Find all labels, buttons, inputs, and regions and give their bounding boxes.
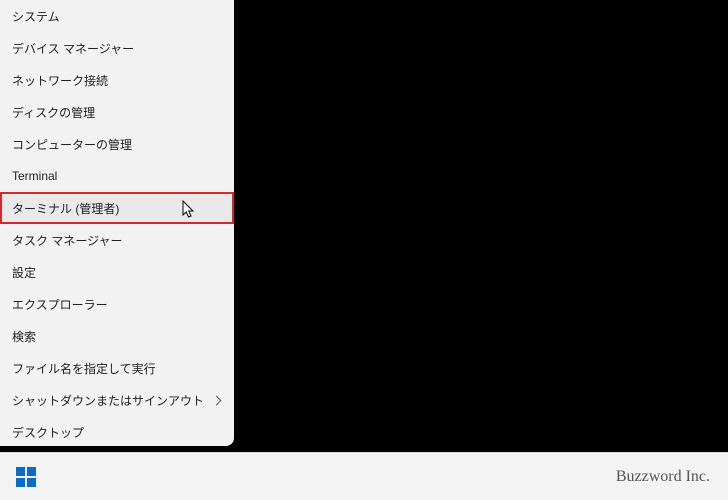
winx-menu-item-label: コンピューターの管理 <box>12 136 132 153</box>
brand-label: Buzzword Inc. <box>616 468 710 486</box>
winx-menu-item[interactable]: コンピューターの管理 <box>0 128 234 160</box>
winx-menu-item[interactable]: Terminal <box>0 160 234 192</box>
winx-menu-item-label: デスクトップ <box>12 424 84 441</box>
winx-menu-item-label: システム <box>12 8 60 25</box>
winx-menu-item-label: 設定 <box>12 264 36 281</box>
winx-menu-item[interactable]: エクスプローラー <box>0 288 234 320</box>
winx-menu-item-label: エクスプローラー <box>12 296 108 313</box>
winx-menu-item-label: 検索 <box>12 328 36 345</box>
winx-menu-item-label: ネットワーク接続 <box>12 72 108 89</box>
winx-menu-item-label: ディスクの管理 <box>12 104 95 121</box>
winx-menu-item[interactable]: ネットワーク接続 <box>0 64 234 96</box>
winx-menu-item[interactable]: 設定 <box>0 256 234 288</box>
winx-menu: システムデバイス マネージャーネットワーク接続ディスクの管理コンピューターの管理… <box>0 0 234 446</box>
winx-menu-item[interactable]: デスクトップ <box>0 416 234 446</box>
winx-menu-item-label: デバイス マネージャー <box>12 40 134 57</box>
taskbar: Buzzword Inc. <box>0 452 728 500</box>
winx-menu-item[interactable]: ターミナル (管理者) <box>0 192 234 224</box>
winx-menu-item[interactable]: デバイス マネージャー <box>0 32 234 64</box>
winx-menu-item[interactable]: システム <box>0 0 234 32</box>
winx-menu-item[interactable]: タスク マネージャー <box>0 224 234 256</box>
winx-menu-list: システムデバイス マネージャーネットワーク接続ディスクの管理コンピューターの管理… <box>0 0 234 446</box>
windows-logo-icon <box>16 467 36 487</box>
winx-menu-item-label: タスク マネージャー <box>12 232 123 249</box>
winx-menu-item-label: Terminal <box>12 169 57 183</box>
winx-menu-item[interactable]: ファイル名を指定して実行 <box>0 352 234 384</box>
winx-menu-item[interactable]: シャットダウンまたはサインアウト <box>0 384 234 416</box>
winx-menu-item-label: シャットダウンまたはサインアウト <box>12 392 204 409</box>
desktop: システムデバイス マネージャーネットワーク接続ディスクの管理コンピューターの管理… <box>0 0 728 500</box>
winx-menu-item-label: ターミナル (管理者) <box>12 200 119 217</box>
start-button[interactable] <box>12 463 40 491</box>
winx-menu-item[interactable]: 検索 <box>0 320 234 352</box>
winx-menu-item[interactable]: ディスクの管理 <box>0 96 234 128</box>
winx-menu-item-label: ファイル名を指定して実行 <box>12 360 156 377</box>
